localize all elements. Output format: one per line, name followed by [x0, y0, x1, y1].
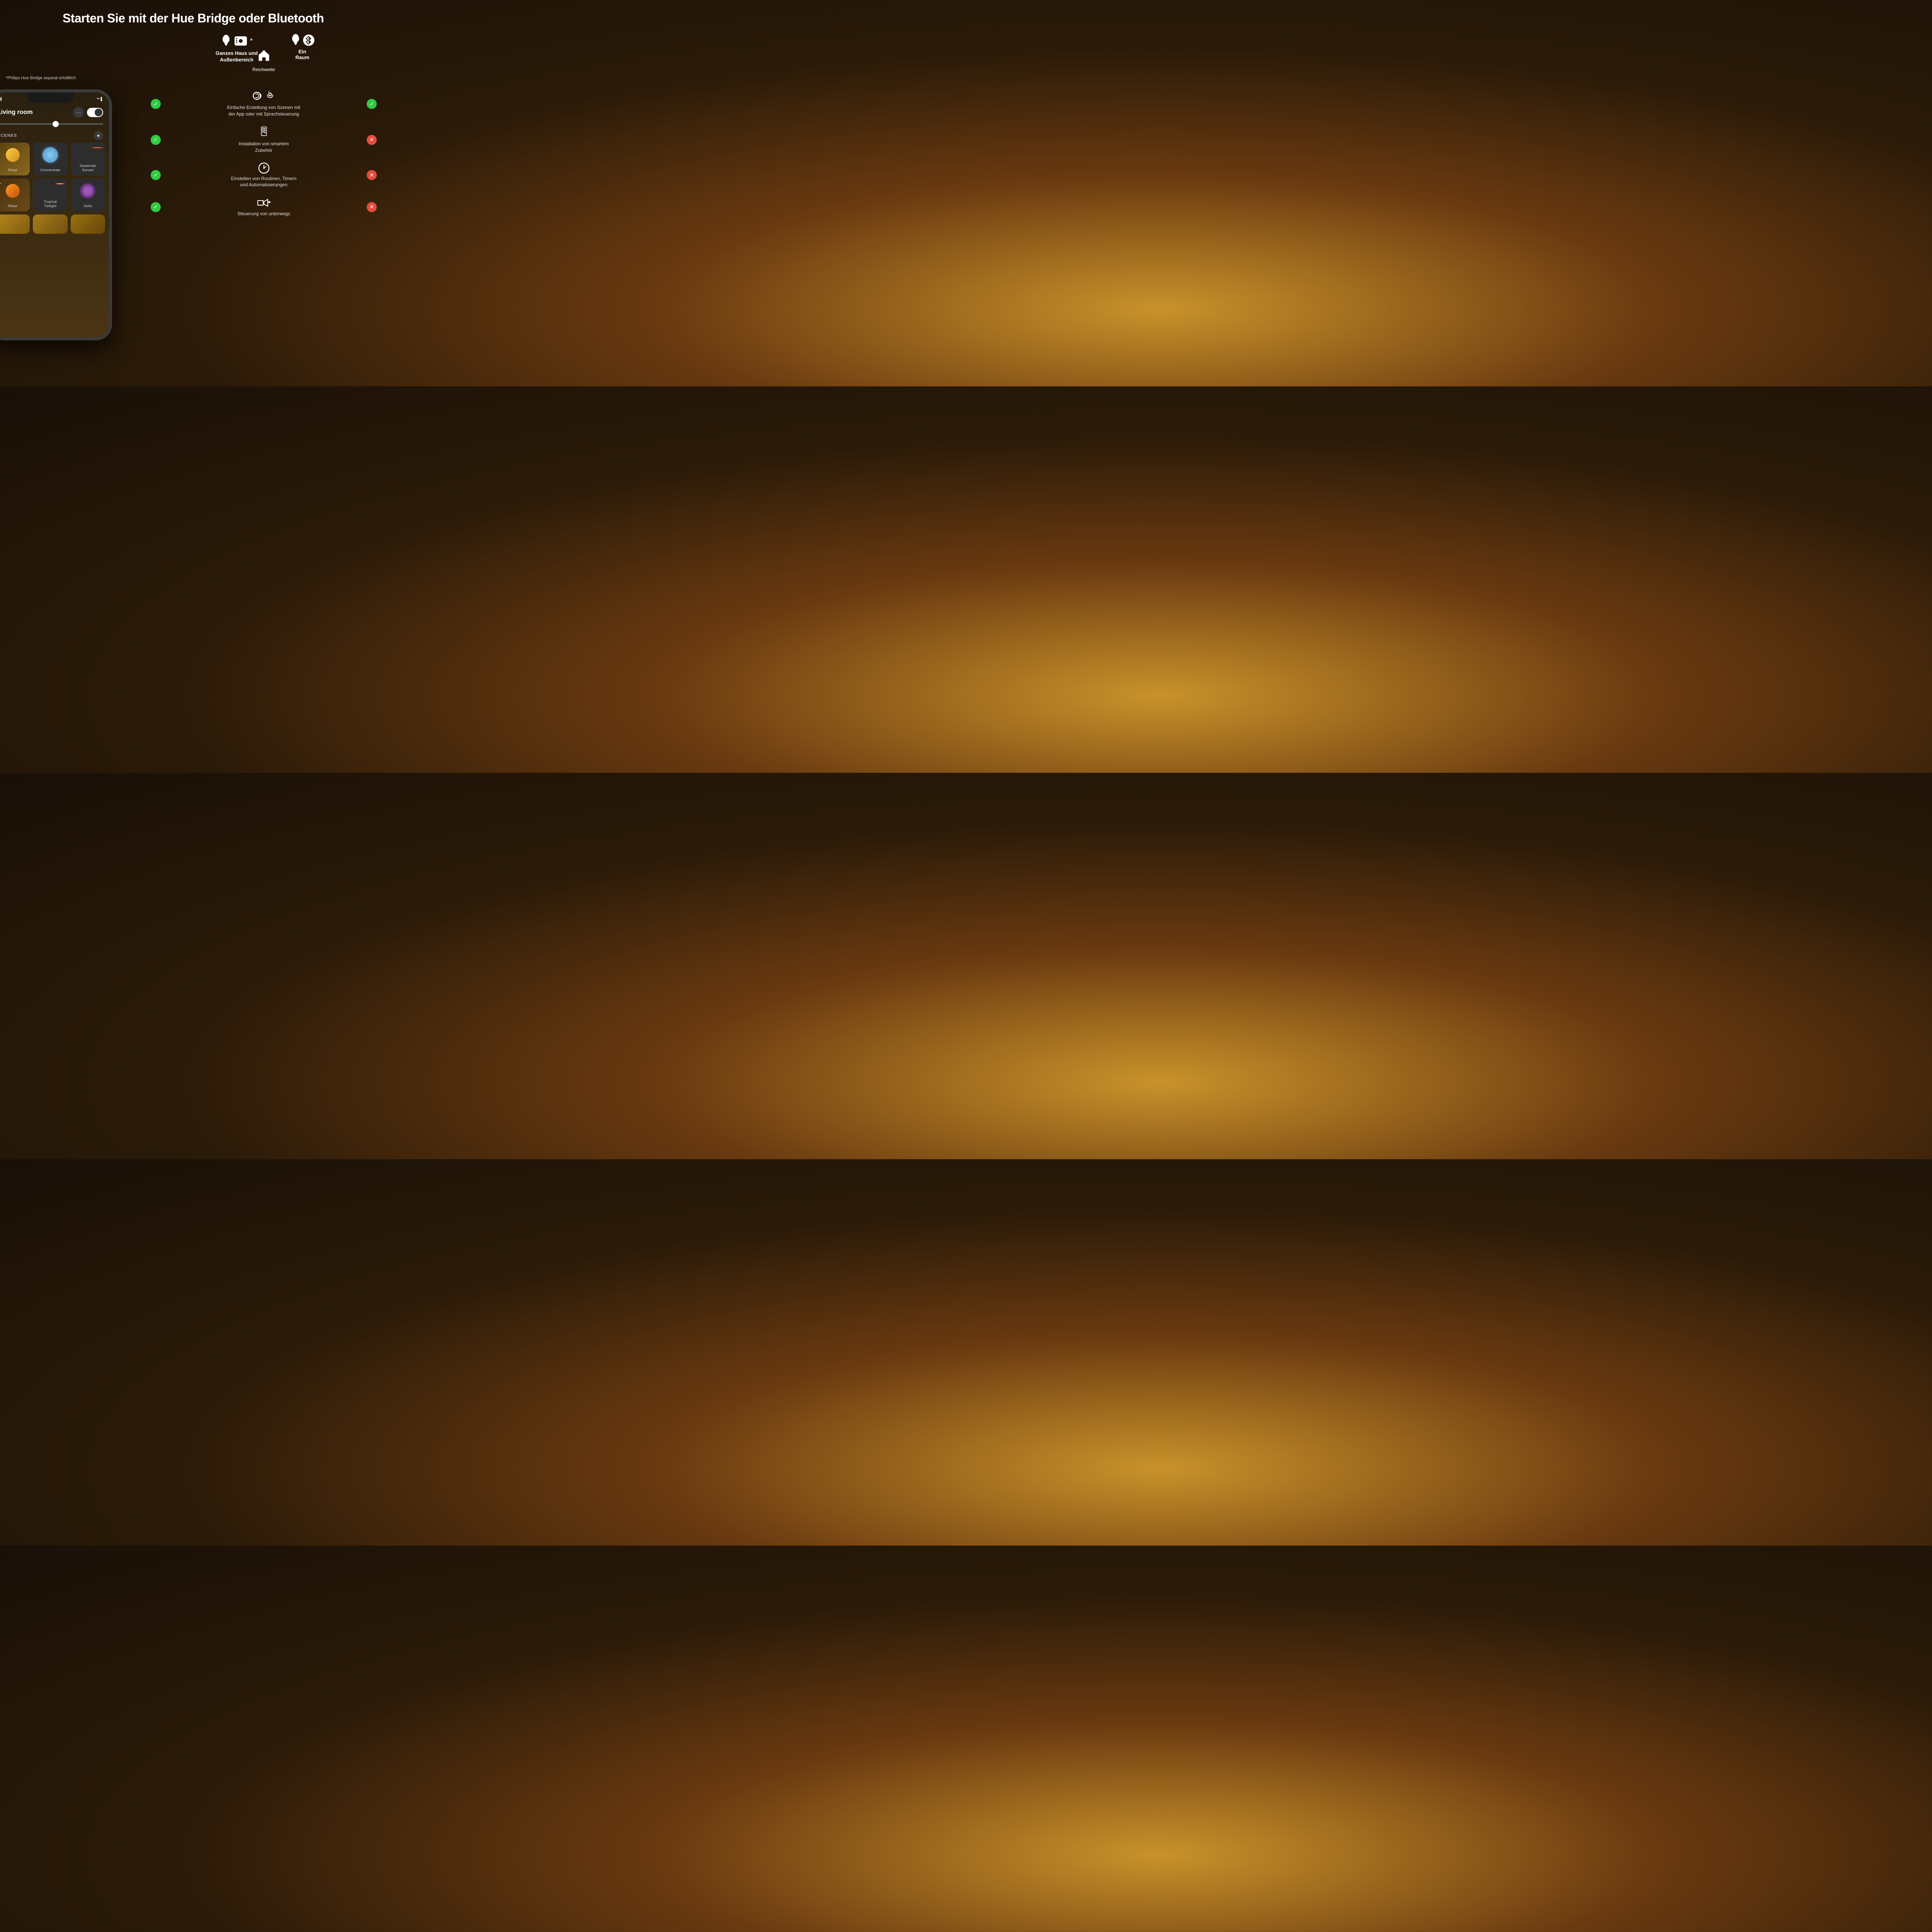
scenes-row-1: Read Concentrate Savannah Sunset — [0, 143, 109, 175]
bottom-row-partial — [0, 211, 109, 234]
header-icons: ··· — [73, 107, 103, 118]
bluetooth-icon — [303, 34, 315, 46]
bottom-card-2 — [33, 214, 67, 234]
feature-row-scenes: ✓ Einf — [151, 90, 377, 117]
remote-access-icon — [256, 197, 272, 209]
bt-check-scenes: ✓ — [367, 99, 377, 109]
scene-card-soho[interactable]: Soho — [71, 179, 105, 211]
feature-row-routines: ✓ Einstellen von Routinen, Timernund Aut… — [151, 162, 377, 189]
scene-dots-menu[interactable]: ··· — [61, 182, 65, 186]
feature-routines-content: Einstellen von Routinen, Timernund Autom… — [164, 162, 364, 189]
feature-text-routines: Einstellen von Routinen, Timernund Autom… — [231, 175, 296, 189]
scene-card-concentrate[interactable]: Concentrate — [33, 143, 67, 175]
feature-accessories-content: Installation von smartemZubehör — [164, 126, 364, 154]
asterisk-label: * — [250, 37, 253, 45]
feature-row-remote: ✓ Steuerung von unterwegs ✕ — [151, 197, 377, 217]
phone-frame: ↬ ▌ Living room ··· — [0, 89, 112, 340]
feature-remote-content: Steuerung von unterwegs — [164, 197, 364, 217]
home-icon — [257, 49, 271, 65]
page-title: Starten Sie mit der Hue Bridge oder Blue… — [0, 0, 386, 33]
scenes-row-2: ✏ Relax ··· Tropical Twilight Soho — [0, 175, 109, 211]
bridge-note: *Philips Hue Bridge separat erhältlich — [6, 76, 76, 80]
clock-icon — [258, 162, 270, 174]
phone-mockup: ↬ ▌ Living room ··· — [0, 89, 112, 340]
lamp-icon — [221, 34, 231, 48]
feature-rows: ✓ Einf — [151, 90, 377, 217]
voice-icon — [265, 90, 276, 101]
tropical-icon — [52, 183, 68, 184]
app-header: Living room ··· — [0, 104, 109, 121]
bt-cross-remote: ✕ — [367, 202, 377, 212]
bottom-card-3 — [71, 214, 105, 234]
hue-bridge-icon — [233, 33, 248, 49]
feature-text-remote: Steuerung von unterwegs — [237, 211, 290, 217]
phone-section: *Philips Hue Bridge separat erhältlich — [0, 33, 143, 385]
feature-text-scenes: Einfache Erstellung von Szenen mitder Ap… — [227, 104, 300, 117]
bridge-check-accessories: ✓ — [151, 135, 161, 145]
bridge-check-remote: ✓ — [151, 202, 161, 212]
bt-cross-accessories: ✕ — [367, 135, 377, 145]
phone-screen: ↬ ▌ Living room ··· — [0, 92, 109, 337]
scene-card-read[interactable]: Read — [0, 143, 30, 175]
brightness-slider[interactable] — [0, 123, 103, 125]
pencil-icon: ✏ — [0, 182, 2, 186]
bridge-check-routines: ✓ — [151, 170, 161, 180]
signal-bars — [0, 97, 2, 101]
scene-label-savannah: Savannah Sunset — [80, 164, 96, 172]
scene-label-soho: Soho — [83, 204, 92, 208]
scene-label-concentrate: Concentrate — [40, 168, 60, 172]
dots-icon: ··· — [76, 110, 81, 115]
bt-lamp-icon — [290, 33, 301, 47]
bt-icons — [290, 33, 315, 47]
status-bar-right: ↬ ▌ — [97, 97, 103, 101]
soho-icon — [80, 183, 95, 199]
dots-button[interactable]: ··· — [73, 107, 84, 118]
home-svg-icon — [257, 49, 271, 63]
scene-label-tropical: Tropical Twilight — [44, 200, 56, 208]
nfc-icon — [252, 90, 263, 101]
bt-cross-routines: ✕ — [367, 170, 377, 180]
room-name-label: Living room — [0, 109, 33, 116]
power-toggle[interactable] — [87, 108, 103, 117]
savannah-icon — [90, 147, 105, 148]
scene-card-tropical[interactable]: ··· Tropical Twilight — [33, 179, 67, 211]
add-scene-button[interactable]: + — [94, 131, 103, 140]
bottom-card-1 — [0, 214, 30, 234]
scenes-header-row: SCENES + — [0, 127, 109, 143]
scene-card-savannah[interactable]: Savannah Sunset — [71, 143, 105, 175]
bridge-icons: * — [221, 33, 253, 49]
wifi-icon: ↬ — [97, 97, 100, 101]
feature-row-accessories: ✓ Installation von smartemZubehör ✕ — [151, 126, 377, 154]
range-label: Reichweite — [252, 67, 275, 72]
feature-text-accessories: Installation von smartemZubehör — [238, 141, 289, 154]
scene-label-relax: Relax — [8, 204, 17, 208]
brightness-row — [0, 121, 109, 127]
bridge-check-scenes: ✓ — [151, 99, 161, 109]
bt-label: Ein Raum — [295, 49, 309, 60]
features-section: * Ganzes Haus und Außenbereich Reichweit… — [143, 33, 386, 385]
accessory-icon — [259, 126, 269, 139]
scenes-label: SCENES — [0, 133, 17, 138]
feature-scenes-content: Einfache Erstellung von Szenen mitder Ap… — [164, 90, 364, 117]
scene-card-relax[interactable]: ✏ Relax — [0, 179, 30, 211]
battery-icon: ▌ — [101, 97, 103, 101]
toggle-knob — [95, 109, 102, 116]
brightness-thumb — [53, 121, 59, 127]
range-group: Reichweite — [241, 49, 287, 72]
scene-label-read: Read — [8, 168, 17, 172]
setup-options-row: * Ganzes Haus und Außenbereich Reichweit… — [151, 33, 377, 80]
concentrate-icon — [43, 147, 58, 163]
phone-notch — [27, 92, 73, 103]
